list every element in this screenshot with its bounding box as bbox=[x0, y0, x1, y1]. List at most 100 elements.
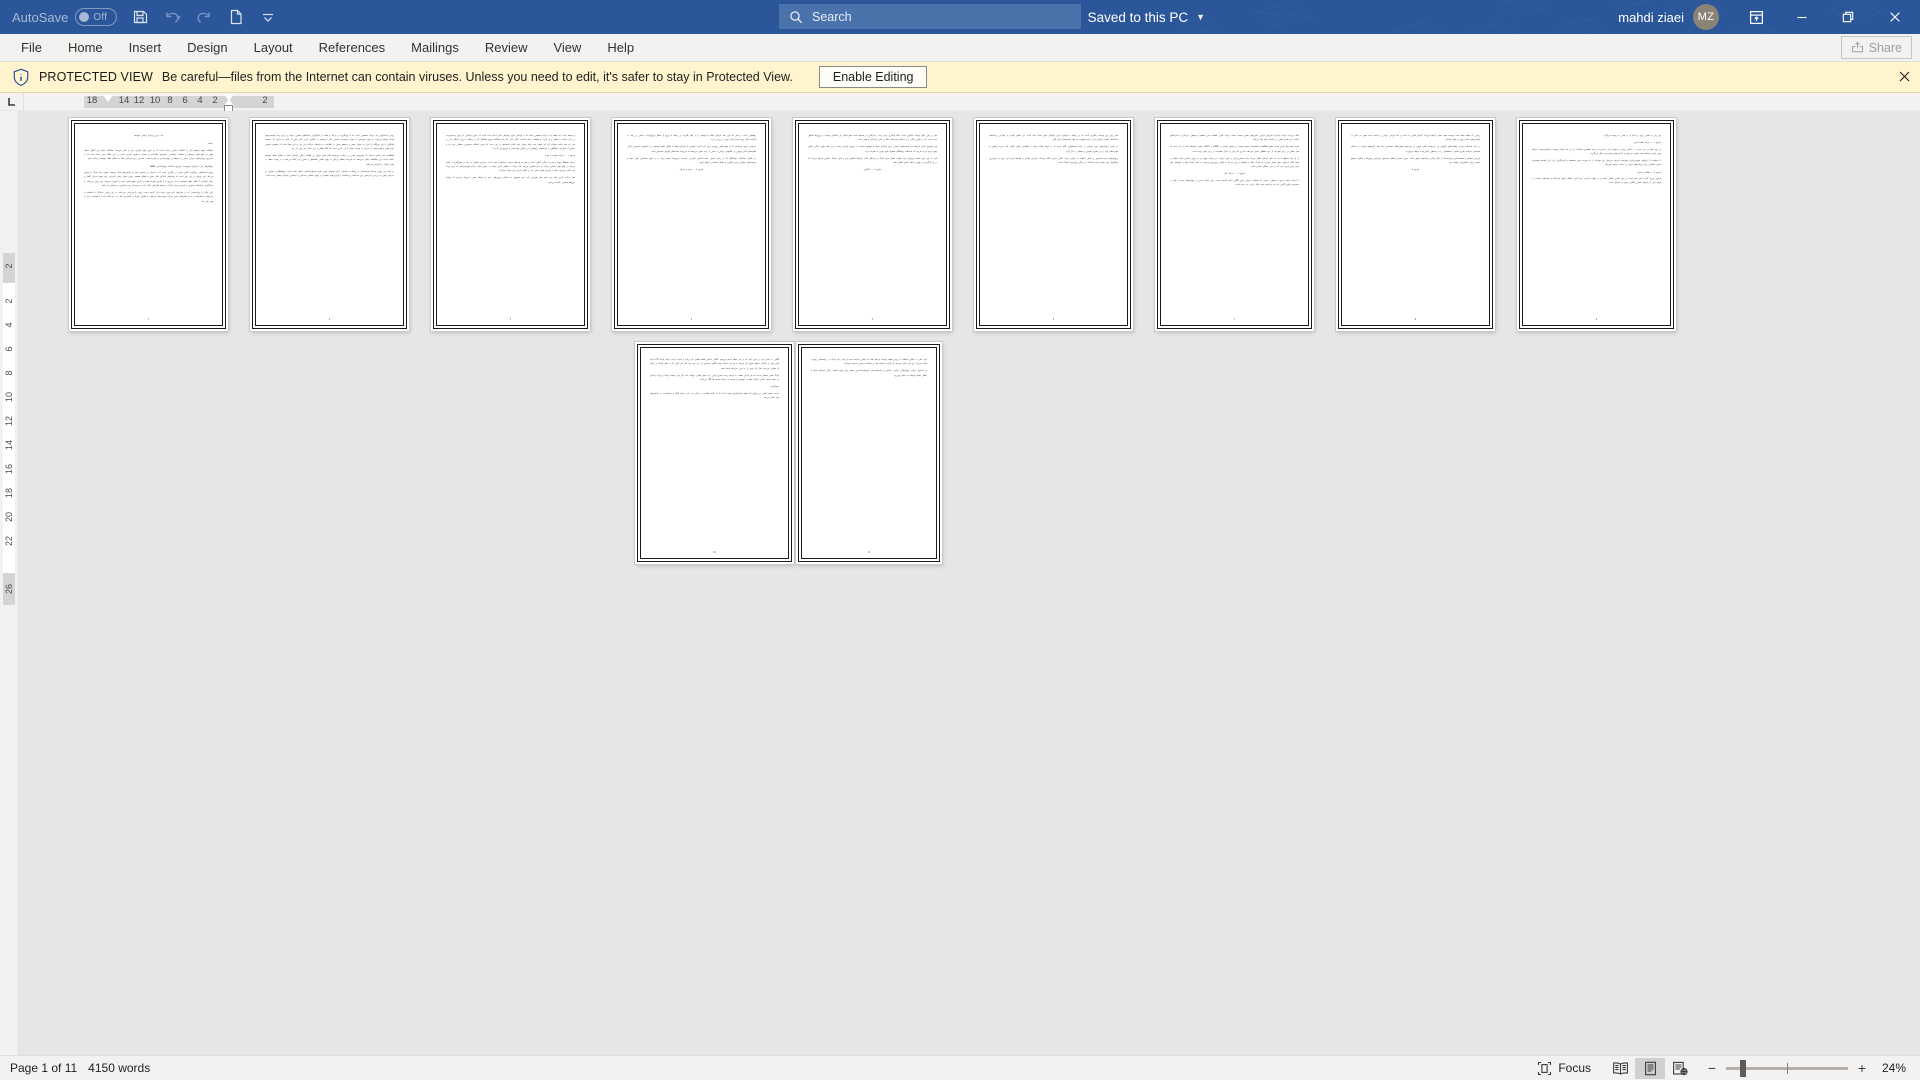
focus-mode-button[interactable]: Focus bbox=[1537, 1061, 1605, 1076]
paragraph: یکی دیگر از رویکردهایی که در سال‌های اخی… bbox=[84, 192, 213, 203]
page-text: آگاهی به دانش فرد در مورد کنید که در هر … bbox=[650, 358, 779, 400]
horizontal-ruler[interactable]: 18 14 12 10 8 6 4 2 2 bbox=[24, 93, 1920, 112]
redo-icon[interactable] bbox=[189, 3, 219, 31]
vruler-tick-6: 12 bbox=[4, 415, 14, 427]
page-content: و محیط است. آنه طیف یک حرکت تخصصی است که… bbox=[433, 120, 588, 329]
document-page[interactable]: و محیط است. آنه طیف یک حرکت تخصصی است که… bbox=[431, 118, 590, 331]
ruler-tick-12: 12 bbox=[133, 95, 145, 106]
tab-review[interactable]: Review bbox=[472, 34, 541, 62]
ruler-tick-6: 6 bbox=[182, 95, 188, 106]
zoom-slider[interactable] bbox=[1726, 1059, 1848, 1077]
document-page[interactable]: دارد. مغز به شکلی استفاده از روش طیف فرص… bbox=[796, 342, 942, 564]
page-text: و محیط است. آنه طیف یک حرکت تخصصی است که… bbox=[446, 134, 575, 185]
document-page[interactable]: آگاهی به دانش فرد در مورد کنید که در هر … bbox=[635, 342, 794, 564]
paragraph: حرکت هماهنگ بهبود و قدرت زندگی انسان است… bbox=[446, 161, 575, 173]
paragraph: مازوم ۶ — حرکت تعقیب‌کردن bbox=[1633, 142, 1661, 145]
paragraph: ارزیابی مستمر و مستندسازی پیشرفت‌ها از د… bbox=[1351, 157, 1480, 164]
tab-help[interactable]: Help bbox=[594, 34, 647, 62]
save-icon[interactable] bbox=[125, 3, 155, 31]
share-icon bbox=[1851, 41, 1863, 53]
zoom-out-button[interactable]: − bbox=[1707, 1060, 1717, 1076]
protected-view-bar: PROTECTED VIEW Be careful—files from the… bbox=[0, 62, 1920, 93]
paragraph: در کنار مداخلات فردی، فعالیت‌های گروهی ن… bbox=[1351, 146, 1480, 153]
document-workspace: 2 2 4 6 8 10 12 14 16 18 20 22 26 تازه ترین رویکرد د… bbox=[0, 111, 1920, 1055]
tab-view[interactable]: View bbox=[540, 34, 594, 62]
close-icon[interactable] bbox=[1899, 70, 1910, 84]
print-layout-icon[interactable] bbox=[1635, 1057, 1665, 1079]
vruler-tick-11: 22 bbox=[4, 535, 14, 547]
share-button[interactable]: Share bbox=[1840, 36, 1912, 59]
save-state-label[interactable]: Saved to this PC bbox=[1088, 10, 1189, 25]
page-number: 11 bbox=[867, 551, 871, 554]
enable-editing-button[interactable]: Enable Editing bbox=[818, 66, 928, 88]
paragraph: آنچه در این میان اهمیت ویژه‌ای دارد، کیف… bbox=[808, 157, 937, 164]
tab-references[interactable]: References bbox=[306, 34, 398, 62]
close-icon[interactable] bbox=[1871, 0, 1918, 34]
undo-icon[interactable]: ▾ bbox=[157, 3, 187, 31]
vruler-tick-0: 2 bbox=[4, 263, 14, 269]
tab-file[interactable]: File bbox=[8, 34, 55, 62]
tab-insert[interactable]: Insert bbox=[116, 34, 175, 62]
document-page[interactable]: روشی که طیف مبتلا است فرصت مفید بسیار فر… bbox=[1336, 118, 1495, 331]
avatar[interactable]: MZ bbox=[1693, 4, 1719, 30]
page-indicator[interactable]: Page 1 of 11 bbox=[10, 1061, 88, 1075]
document-page[interactable]: مغز برای این نوعیات یادگیری است که در را… bbox=[974, 118, 1133, 331]
paragraph: کمک می‌کند حرکت تنها راه افزایش کارایی س… bbox=[1170, 135, 1299, 142]
user-name: mahdi ziaei bbox=[1618, 9, 1684, 25]
autosave-switch[interactable]: Off bbox=[75, 8, 118, 26]
focus-mode-icon bbox=[1538, 1061, 1552, 1075]
autosave-toggle[interactable]: AutoSave Off bbox=[12, 8, 118, 26]
chevron-down-icon[interactable]: ▼ bbox=[1196, 12, 1205, 22]
zoom-percent[interactable]: 24% bbox=[1876, 1061, 1914, 1075]
web-layout-icon[interactable] bbox=[1665, 1058, 1695, 1079]
pages-area[interactable]: تازه ترین رویکرد درمانی اوتیسم چکیده: اختل… bbox=[18, 111, 1920, 1055]
ribbon-display-options-icon[interactable] bbox=[1733, 0, 1779, 34]
ruler-row: 18 14 12 10 8 6 4 2 2 bbox=[0, 93, 1920, 112]
account-menu[interactable]: mahdi ziaei MZ bbox=[1618, 4, 1719, 30]
word-count[interactable]: 4150 words bbox=[88, 1061, 161, 1075]
vruler-tick-1: 2 bbox=[4, 298, 14, 304]
read-mode-icon[interactable] bbox=[1605, 1058, 1635, 1079]
paragraph: مازوم ۴ — حرکت آزاد bbox=[1224, 173, 1245, 176]
paragraph: تازه ترین رویکرد درمانی اوتیسم bbox=[134, 135, 163, 137]
paragraph: مازوم ۷ — تفکیک و تمایز bbox=[1637, 171, 1661, 174]
paragraph: مغز برای این نوعیات یادگیری است که در را… bbox=[989, 135, 1118, 142]
autosave-knob bbox=[79, 12, 90, 22]
new-document-icon[interactable] bbox=[221, 3, 251, 31]
customize-quick-access-toolbar-icon[interactable] bbox=[253, 3, 283, 31]
zoom-slider-thumb[interactable] bbox=[1740, 1059, 1746, 1077]
paragraph: مغز حرکت کردن علت می شود مغز تغییراتی یا… bbox=[446, 177, 575, 184]
ruler-tick-14: 14 bbox=[118, 95, 130, 106]
autosave-state: Off bbox=[93, 11, 108, 23]
paragraph: حرکت نقشه اصلی در رویکرد آنه طیف استدلال… bbox=[650, 392, 779, 399]
tab-design[interactable]: Design bbox=[174, 34, 240, 62]
paragraph: مازوم ۳ — یادگیری bbox=[863, 168, 882, 171]
tab-home[interactable]: Home bbox=[55, 34, 116, 62]
tab-stop-selector[interactable] bbox=[0, 93, 24, 110]
page-text: کمک می‌کند حرکت تنها راه افزایش کارایی س… bbox=[1170, 134, 1299, 188]
tab-layout[interactable]: Layout bbox=[241, 34, 306, 62]
vertical-ruler[interactable]: 2 2 4 6 8 10 12 14 16 18 20 22 26 bbox=[0, 111, 18, 1055]
zoom-in-button[interactable]: + bbox=[1857, 1060, 1867, 1076]
minimize-icon[interactable] bbox=[1779, 0, 1825, 34]
paragraph: در ارائه این روش توسط اندیشمندان در رابط… bbox=[265, 170, 394, 177]
document-page[interactable]: راهنمایی است در مغز. ما قرار دهد کودکان … bbox=[612, 118, 771, 331]
search-input[interactable]: Search bbox=[779, 4, 1081, 29]
first-line-indent-marker[interactable] bbox=[103, 95, 113, 102]
restore-icon[interactable] bbox=[1825, 0, 1871, 34]
document-page[interactable]: مغز در یکی دیگر نوعیات یادگیری است. نگاه… bbox=[793, 118, 952, 331]
page-text: روشی که طیف مبتلا است فرصت مفید بسیار فر… bbox=[1351, 134, 1480, 172]
zoom-control[interactable]: − + 24% bbox=[1695, 1059, 1914, 1077]
vruler-tick-8: 16 bbox=[4, 463, 14, 475]
paragraph: پژوهش‌های جدید همچنین بر نقش خانواده به … bbox=[989, 157, 1118, 164]
vruler-tick-5: 10 bbox=[4, 391, 14, 403]
undo-dropdown-icon[interactable]: ▾ bbox=[177, 13, 181, 22]
page-content: مغز برای این نوعیات یادگیری است که در را… bbox=[976, 120, 1131, 329]
protected-view-message: Be careful—files from the Internet can c… bbox=[161, 70, 793, 84]
document-page[interactable]: اور زیان به عصبی برای بر شکل از در هدف ب… bbox=[1517, 118, 1676, 331]
tab-mailings[interactable]: Mailings bbox=[398, 34, 472, 62]
shield-info-icon bbox=[13, 68, 29, 86]
document-page[interactable]: کمک می‌کند حرکت تنها راه افزایش کارایی س… bbox=[1155, 118, 1314, 331]
document-page[interactable]: روش آنه‌سالیوان یک حرکت تخصصی است که با … bbox=[250, 118, 409, 331]
document-page[interactable]: تازه ترین رویکرد درمانی اوتیسم چکیده: اختل… bbox=[69, 118, 228, 331]
